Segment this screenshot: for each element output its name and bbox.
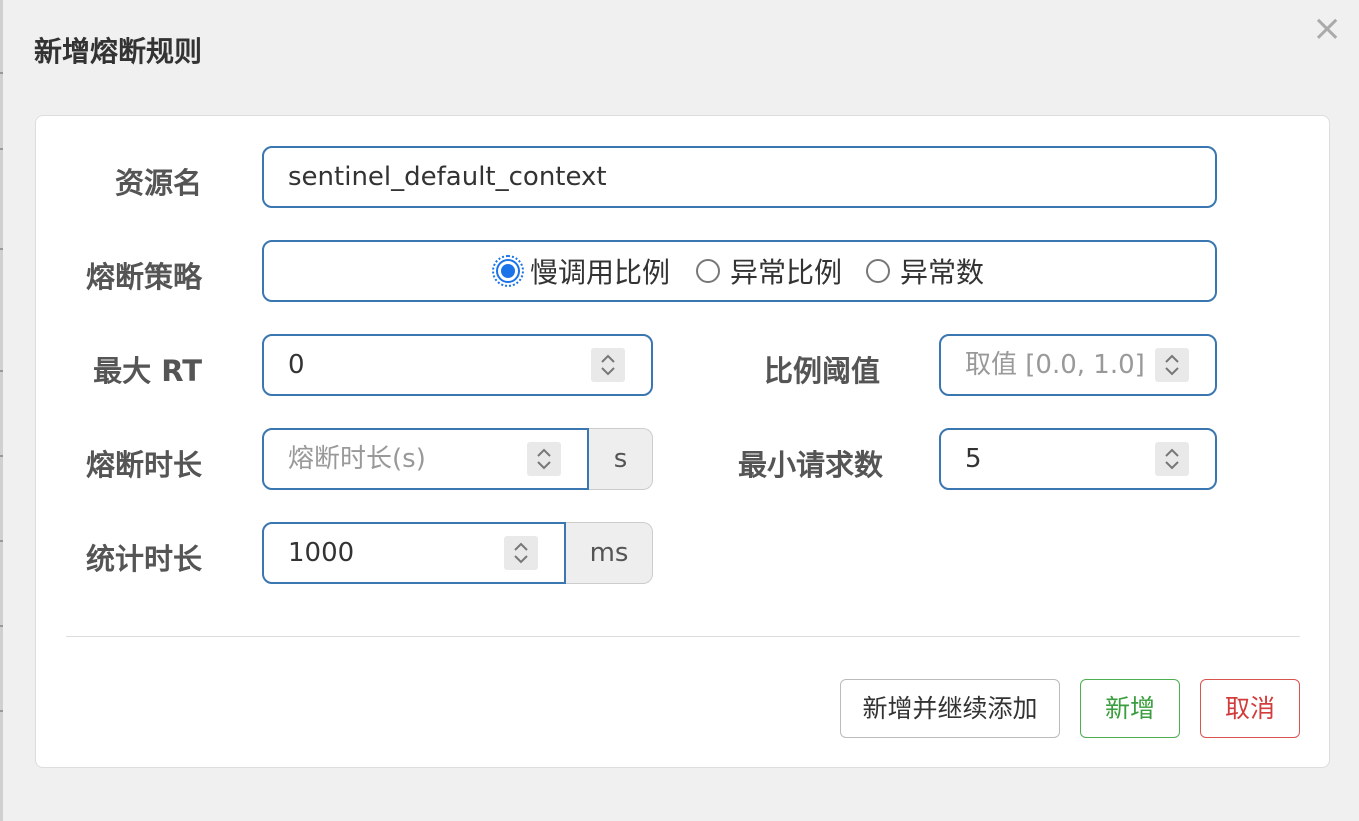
ratio-threshold-label: 比例阈值 <box>763 354 880 388</box>
radio-icon[interactable] <box>696 259 720 283</box>
max-rt-value: 0 <box>288 350 305 380</box>
radio-checked-icon[interactable] <box>492 255 524 287</box>
radio-label: 慢调用比例 <box>530 256 671 289</box>
radio-option-slow-ratio[interactable]: 慢调用比例 <box>492 242 671 300</box>
up-down-chevron-icon[interactable] <box>1155 442 1189 476</box>
max-rt-input[interactable]: 0 <box>262 334 653 396</box>
up-down-chevron-icon[interactable] <box>527 442 561 476</box>
resource-value: sentinel_default_context <box>288 162 607 192</box>
min-requests-input[interactable]: 5 <box>939 428 1217 490</box>
up-down-chevron-icon[interactable] <box>591 348 625 382</box>
radio-option-error-ratio[interactable]: 异常比例 <box>696 242 842 300</box>
background-edge-mark <box>0 625 3 627</box>
resource-label: 资源名 <box>114 166 202 200</box>
stat-duration-input[interactable]: 1000 <box>262 522 566 584</box>
break-duration-input[interactable]: 熔断时长(s) <box>262 428 589 490</box>
ratio-threshold-input[interactable]: 取值 [0.0, 1.0] <box>939 334 1217 396</box>
divider <box>66 636 1300 637</box>
add-button[interactable]: 新增 <box>1080 679 1180 738</box>
resource-input[interactable]: sentinel_default_context <box>262 146 1217 208</box>
radio-label: 异常数 <box>900 256 985 289</box>
break-duration-placeholder: 熔断时长(s) <box>288 444 426 474</box>
close-icon[interactable]: × <box>1312 11 1342 47</box>
stat-duration-unit: ms <box>566 522 653 584</box>
break-duration-unit: s <box>589 428 653 490</box>
min-requests-label: 最小请求数 <box>737 448 883 482</box>
ratio-threshold-placeholder: 取值 [0.0, 1.0] <box>965 350 1145 380</box>
background-edge-mark <box>0 248 3 250</box>
background-edge-mark <box>0 72 3 74</box>
dialog-title: 新增熔断规则 <box>34 35 203 68</box>
strategy-label: 熔断策略 <box>85 260 202 294</box>
stat-duration-value: 1000 <box>288 538 355 568</box>
radio-label: 异常比例 <box>730 256 843 289</box>
stat-duration-label: 统计时长 <box>85 542 202 576</box>
min-requests-value: 5 <box>965 444 982 474</box>
strategy-radio-group: 慢调用比例 异常比例 异常数 <box>262 240 1217 302</box>
add-and-continue-button[interactable]: 新增并继续添加 <box>840 679 1060 738</box>
radio-option-error-count[interactable]: 异常数 <box>866 242 984 300</box>
radio-icon[interactable] <box>866 259 890 283</box>
up-down-chevron-icon[interactable] <box>1155 348 1189 382</box>
background-edge-mark <box>0 148 3 150</box>
max-rt-label: 最大 RT <box>93 354 202 388</box>
background-edge <box>0 0 3 821</box>
background-edge-mark <box>0 710 3 712</box>
cancel-button[interactable]: 取消 <box>1200 679 1300 738</box>
break-duration-label: 熔断时长 <box>85 448 202 482</box>
up-down-chevron-icon[interactable] <box>504 536 538 570</box>
